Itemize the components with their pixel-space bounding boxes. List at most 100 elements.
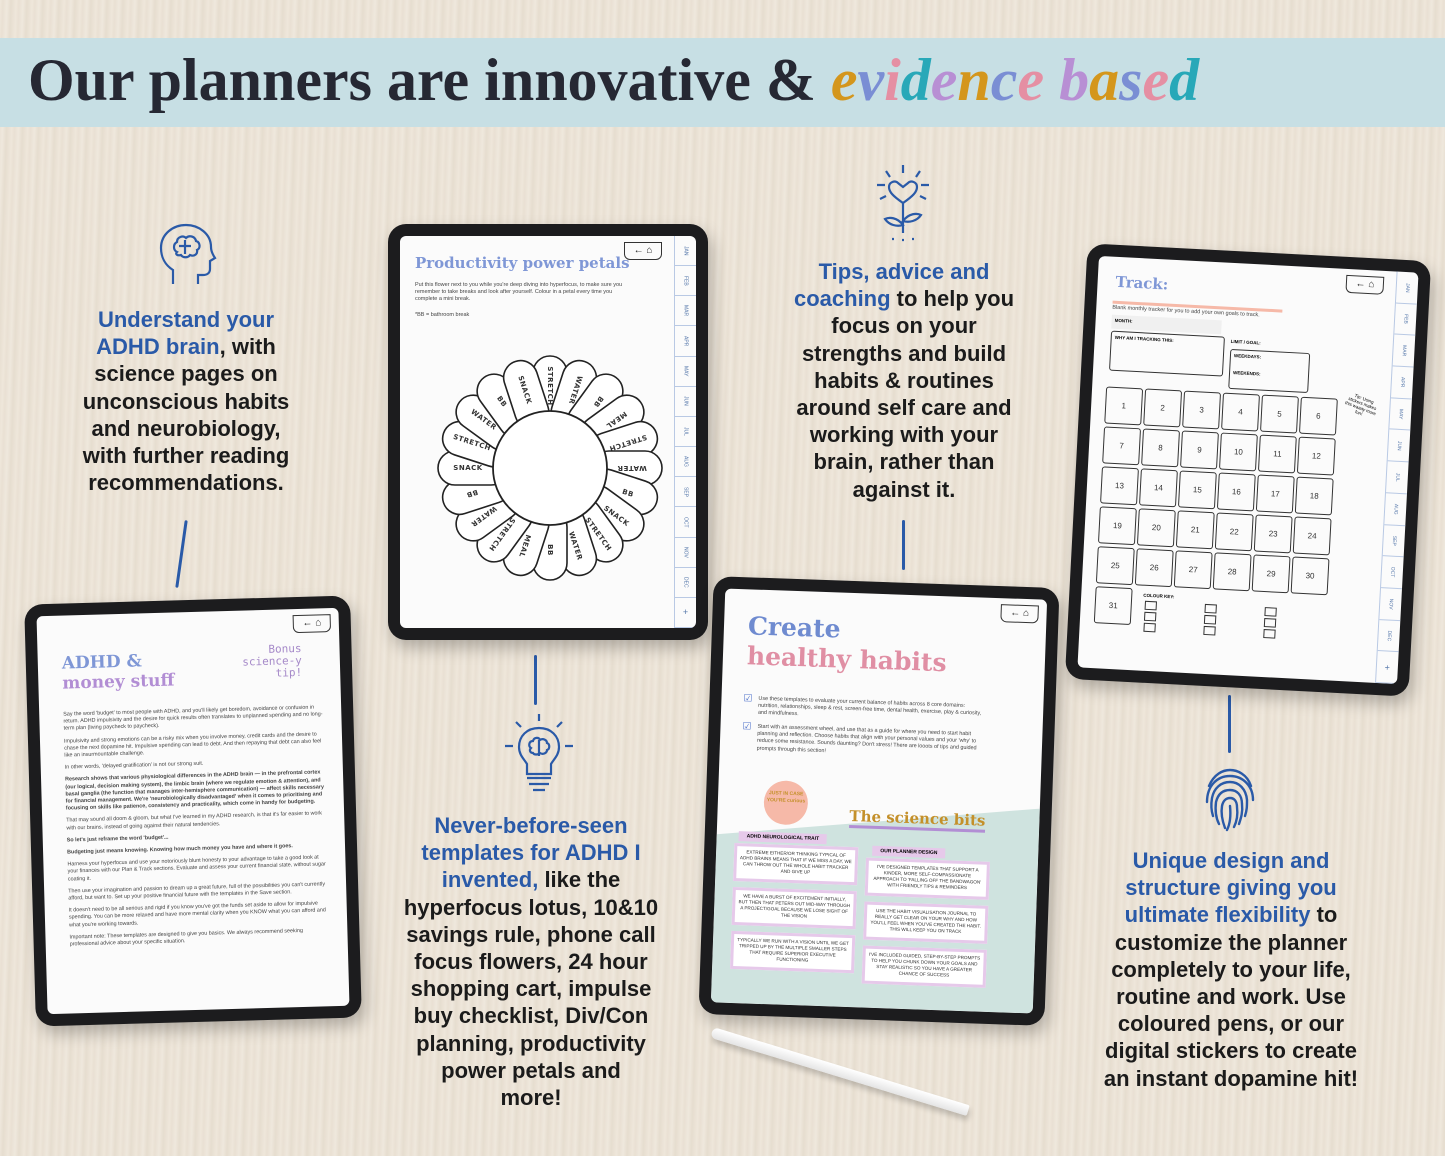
colour-key-box[interactable] (1264, 607, 1277, 617)
day-cell[interactable]: 30 (1290, 556, 1330, 596)
fingerprint-icon (1205, 768, 1255, 832)
day-cell[interactable]: 9 (1180, 430, 1219, 470)
month-tab[interactable]: MAR (675, 296, 696, 327)
month-tab[interactable]: JAN (675, 236, 696, 267)
day-cell[interactable]: 24 (1292, 516, 1332, 556)
design-cell: I've included guided, step-by-step promp… (861, 945, 987, 988)
day-cell[interactable]: 8 (1141, 428, 1180, 468)
day-cell[interactable]: 12 (1296, 436, 1336, 476)
month-tab[interactable]: JUN (675, 387, 696, 417)
month-tab[interactable]: SEP (1382, 524, 1406, 558)
month-tab[interactable]: AUG (1384, 493, 1407, 526)
trait-cell: Extreme either/or thinking typical of AD… (733, 842, 859, 886)
month-tab[interactable]: OCT (675, 507, 696, 538)
day-cell[interactable]: 21 (1175, 510, 1215, 550)
weekdays-label: WEEKDAYS: (1233, 353, 1262, 360)
day-cell[interactable]: 4 (1221, 392, 1260, 432)
day-cell[interactable]: 11 (1257, 434, 1297, 474)
colour-key-box[interactable] (1203, 614, 1217, 625)
colour-key-box[interactable] (1143, 622, 1156, 633)
month-tab[interactable]: JUL (675, 417, 696, 448)
day-cell[interactable]: 13 (1100, 466, 1139, 506)
day-cell[interactable]: 25 (1095, 546, 1135, 586)
month-tab[interactable]: FEB (1394, 303, 1417, 336)
feature-line: Understand your (97, 307, 275, 332)
limit-label: LIMIT / GOAL: (1230, 338, 1261, 346)
month-tabs[interactable]: JAN FEB MAR APR MAY JUN JUL AUG SEP OCT NOV DEC + (1375, 271, 1419, 685)
feature-line: customize the planner (1114, 929, 1348, 955)
add-tab-button[interactable]: + (1376, 651, 1399, 685)
day-cell[interactable]: 5 (1260, 394, 1299, 434)
month-tab[interactable]: NOV (1379, 587, 1402, 621)
feature-tips-coaching: Tips, advice and coaching to help you focu… (754, 258, 1054, 503)
month-tab[interactable]: APR (675, 326, 696, 357)
feature-line: recommendations. (88, 470, 284, 496)
feature-line: focus on your (831, 313, 977, 339)
day-cell[interactable]: 20 (1136, 508, 1176, 548)
feature-line: hyperfocus lotus, 10&10 (403, 894, 659, 920)
back-home-button[interactable]: ← ⌂ (292, 614, 332, 634)
day-cell[interactable]: 1 (1104, 386, 1144, 426)
feature-line: brain, rather than (813, 449, 995, 475)
month-tab[interactable]: APR (1390, 366, 1414, 400)
back-home-button[interactable]: ← ⌂ (1345, 274, 1385, 295)
month-tab[interactable]: DEC (675, 568, 696, 598)
day-grid: 1 2 3 4 5 6 7 8 9 10 11 12 13 14 15 16 17 18 19 20 21 22 23 24 2… (1093, 256, 1419, 626)
day-cell[interactable]: 29 (1251, 554, 1291, 594)
connector-line (175, 520, 188, 588)
tablet-petals-page: ← ⌂ JAN FEB MAR APR MAY JUN JUL AUG SEP OCT NOV DEC… (388, 224, 708, 640)
colour-key-box[interactable] (1143, 611, 1157, 622)
day-cell[interactable]: 3 (1182, 390, 1222, 430)
day-cell[interactable]: 26 (1134, 548, 1174, 588)
add-tab-button[interactable]: + (675, 598, 696, 628)
petals-note: *BB = bathroom break (415, 312, 470, 318)
colour-key-box[interactable] (1203, 625, 1216, 636)
day-cell[interactable]: 23 (1253, 514, 1293, 554)
month-tab[interactable]: NOV (675, 538, 696, 568)
feature-line: savings rule, phone call (406, 921, 656, 947)
month-tab[interactable]: OCT (1381, 556, 1404, 590)
day-cell[interactable]: 28 (1212, 552, 1252, 592)
day-cell[interactable]: 31 (1093, 586, 1133, 626)
petals-page: ← ⌂ JAN FEB MAR APR MAY JUN JUL AUG SEP OCT NOV DEC… (400, 236, 696, 628)
month-tab[interactable]: JUL (1385, 461, 1409, 495)
day-cell[interactable]: 6 (1298, 396, 1338, 436)
month-tab[interactable]: MAR (1392, 334, 1416, 368)
day-cell[interactable]: 15 (1177, 470, 1217, 510)
day-cell[interactable]: 7 (1102, 426, 1142, 466)
colour-key-box[interactable] (1144, 600, 1157, 611)
month-tab[interactable]: DEC (1377, 619, 1401, 653)
day-cell[interactable]: 18 (1294, 476, 1334, 516)
colour-key-box[interactable] (1263, 629, 1276, 639)
day-cell[interactable]: 17 (1255, 474, 1295, 514)
limit-field[interactable]: WEEKDAYS: WEEKENDS: (1228, 348, 1311, 394)
colour-key (1099, 256, 1419, 639)
back-home-button[interactable]: ← ⌂ (624, 242, 662, 260)
month-tab[interactable]: SEP (675, 477, 696, 508)
month-tab[interactable]: MAY (1389, 398, 1412, 431)
day-cell[interactable]: 27 (1173, 550, 1213, 590)
month-tab[interactable]: JAN (1395, 271, 1419, 305)
why-field[interactable]: WHY AM I TRACKING THIS: (1109, 330, 1225, 377)
feature-line: an instant dopamine hit! (1103, 1065, 1359, 1091)
month-tab[interactable]: FEB (675, 266, 696, 297)
colour-key-box[interactable] (1263, 618, 1277, 628)
day-cell[interactable]: 2 (1143, 388, 1183, 428)
day-cell[interactable]: 16 (1216, 472, 1256, 512)
day-cell[interactable]: 22 (1214, 512, 1254, 552)
day-cell[interactable]: 10 (1218, 432, 1258, 472)
month-tab[interactable]: JUN (1387, 429, 1411, 463)
money-paragraph: Say the word 'budget' to most people wit… (63, 704, 323, 732)
day-cell[interactable]: 19 (1097, 506, 1137, 546)
tip-note: Tip: Using stickers makes this waaay mor… (1344, 392, 1378, 417)
feature-unique-design: Unique design and structure giving you ult… (1068, 847, 1394, 1092)
connector-line (534, 655, 537, 705)
month-tab[interactable]: MAY (675, 357, 696, 387)
month-tab[interactable]: AUG (675, 447, 696, 478)
day-cell[interactable]: 14 (1139, 468, 1178, 508)
colour-key-box[interactable] (1204, 603, 1217, 614)
month-tabs[interactable]: JAN FEB MAR APR MAY JUN JUL AUG SEP OCT NOV DEC + (674, 236, 696, 628)
back-home-button[interactable]: ← ⌂ (1000, 604, 1039, 624)
money-paragraph: It doesn't need to be all serious and ri… (68, 900, 326, 929)
money-paragraph: That may sound all doom & gloom, but wha… (66, 810, 323, 832)
